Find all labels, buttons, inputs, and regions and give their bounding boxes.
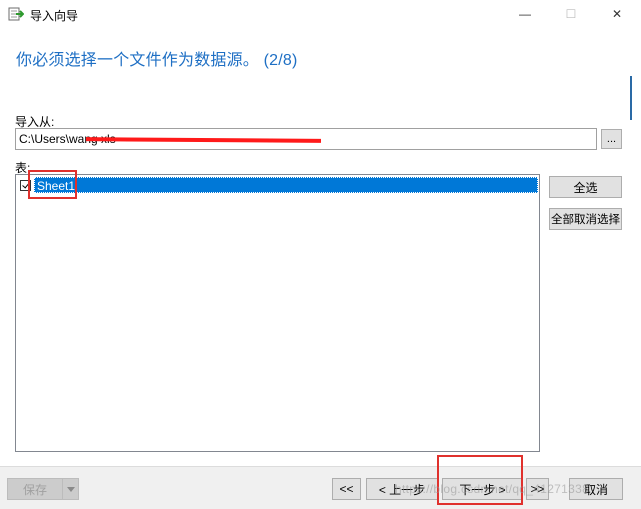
save-dropdown-button[interactable] xyxy=(62,478,79,500)
minimize-icon: — xyxy=(519,7,531,21)
table-list[interactable]: Sheet1 xyxy=(15,174,540,452)
first-step-button[interactable]: << xyxy=(332,478,361,500)
deselect-all-button[interactable]: 全部取消选择 xyxy=(549,208,622,230)
save-button[interactable]: 保存 xyxy=(7,478,63,500)
page-heading: 你必须选择一个文件作为数据源。 (2/8) xyxy=(16,52,298,69)
sheet-name[interactable]: Sheet1 xyxy=(34,177,538,193)
maximize-button[interactable]: ☐ xyxy=(548,0,594,28)
watermark: https://blog.csdn.net/qq_41271338 xyxy=(395,482,590,496)
window-title: 导入向导 xyxy=(30,9,79,23)
chevron-down-icon xyxy=(66,486,75,492)
browse-button[interactable]: ... xyxy=(601,129,622,149)
close-icon: ✕ xyxy=(611,7,623,21)
minimize-button[interactable]: — xyxy=(502,0,548,28)
import-wizard-icon xyxy=(8,7,24,21)
table-row[interactable]: Sheet1 xyxy=(17,176,538,194)
maximize-icon: ☐ xyxy=(565,7,577,21)
close-button[interactable]: ✕ xyxy=(594,0,640,28)
highlight-annotation-sheet xyxy=(28,170,77,199)
highlight-annotation-next xyxy=(437,455,523,505)
select-all-button[interactable]: 全选 xyxy=(549,176,622,198)
edge-marker xyxy=(630,76,632,120)
